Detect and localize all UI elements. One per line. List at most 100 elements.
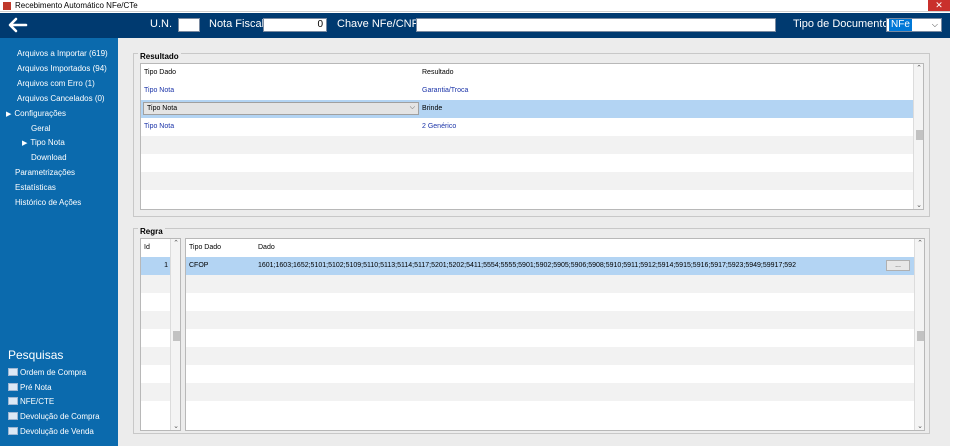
pesquisa-label: Devolução de Venda bbox=[20, 427, 94, 436]
chave-input[interactable] bbox=[416, 18, 776, 32]
cell-dado: 1601;1603;1652;5101;5102;5109;5110;5113;… bbox=[258, 262, 796, 269]
window-title: Recebimento Automático NFe/CTe bbox=[15, 1, 138, 10]
scroll-down-icon[interactable]: ⌄ bbox=[914, 201, 923, 209]
document-icon bbox=[8, 383, 18, 391]
column-header-resultado[interactable]: Resultado bbox=[422, 69, 454, 76]
chevron-down-icon: ⌵ bbox=[931, 20, 938, 29]
sidebar-item-estatisticas[interactable]: Estatísticas bbox=[15, 183, 56, 192]
sidebar-item-arquivos-importar[interactable]: Arquivos a Importar (619) bbox=[17, 49, 108, 58]
empty-row bbox=[141, 347, 171, 365]
tipo-documento-label: Tipo de Documento bbox=[793, 18, 889, 30]
column-header-tipo-dado[interactable]: Tipo Dado bbox=[189, 244, 221, 251]
regra-grid: Tipo Dado Dado CFOP 1601;1603;1652;5101;… bbox=[185, 238, 925, 431]
grid-header: Tipo Dado Resultado bbox=[141, 64, 914, 82]
pesquisa-label: NFE/CTE bbox=[20, 397, 55, 406]
sidebar-item-arquivos-importados[interactable]: Arquivos Importados (94) bbox=[17, 64, 107, 73]
document-icon bbox=[8, 368, 18, 376]
close-window-button[interactable]: ✕ bbox=[928, 0, 950, 11]
table-row-selected[interactable]: CFOP 1601;1603;1652;5101;5102;5109;5110;… bbox=[186, 257, 915, 275]
scroll-up-icon[interactable]: ⌃ bbox=[171, 239, 180, 249]
tipo-documento-select[interactable]: NFe ⌵ bbox=[886, 18, 942, 32]
window-titlebar: Recebimento Automático NFe/CTe ✕ bbox=[0, 0, 950, 12]
main-panel: Resultado Tipo Dado Resultado Tipo Nota … bbox=[118, 38, 950, 446]
table-row[interactable]: Tipo Nota 2 Genérico bbox=[141, 118, 914, 136]
expand-arrow-icon: ▶ bbox=[6, 111, 12, 118]
tipo-dado-combo[interactable]: Tipo Nota ⌵ bbox=[143, 102, 419, 115]
nota-fiscal-input[interactable]: 0 bbox=[263, 18, 327, 32]
back-arrow-icon[interactable] bbox=[6, 16, 28, 34]
resultado-grid: Tipo Dado Resultado Tipo Nota Garantia/T… bbox=[140, 63, 924, 210]
resultado-label: Resultado bbox=[138, 52, 181, 61]
resultado-group: Resultado Tipo Dado Resultado Tipo Nota … bbox=[133, 52, 930, 217]
app-icon bbox=[3, 2, 11, 10]
scroll-thumb[interactable] bbox=[173, 331, 180, 341]
expand-arrow-icon: ▶ bbox=[22, 140, 28, 147]
combo-value: Tipo Nota bbox=[147, 105, 178, 112]
sidebar-item-configuracoes[interactable]: ▶ Configurações bbox=[6, 109, 66, 118]
scroll-down-icon[interactable]: ⌄ bbox=[915, 422, 924, 430]
pesquisa-ordem-compra[interactable]: Ordem de Compra bbox=[8, 368, 86, 377]
sidebar-item-geral[interactable]: Geral bbox=[31, 124, 51, 133]
regra-scrollbar[interactable]: ⌃ ⌄ bbox=[914, 239, 924, 430]
un-input[interactable] bbox=[178, 18, 200, 32]
grid-header: Tipo Dado Dado bbox=[186, 239, 915, 257]
pesquisas-title: Pesquisas bbox=[8, 348, 64, 362]
empty-row bbox=[141, 275, 171, 293]
table-row-selected[interactable]: Tipo Nota ⌵ Brinde bbox=[141, 100, 914, 118]
cell-tipo-dado: CFOP bbox=[189, 262, 209, 269]
table-row-selected[interactable]: 1 bbox=[141, 257, 171, 275]
sidebar-item-arquivos-erro[interactable]: Arquivos com Erro (1) bbox=[17, 79, 95, 88]
sidebar-item-download[interactable]: Download bbox=[31, 153, 67, 162]
resultado-scrollbar[interactable]: ⌃ ⌄ bbox=[913, 64, 923, 209]
header-bar: U.N. Nota Fiscal 0 Chave NFe/CNPJ Tipo d… bbox=[0, 13, 950, 38]
pesquisa-nfe-cte[interactable]: NFE/CTE bbox=[8, 397, 54, 406]
sidebar-item-label: Tipo Nota bbox=[30, 138, 65, 147]
chave-label: Chave NFe/CNPJ bbox=[337, 18, 425, 30]
sidebar-item-historico[interactable]: Histórico de Ações bbox=[15, 198, 81, 207]
table-row[interactable]: Tipo Nota Garantia/Troca bbox=[141, 82, 914, 100]
pesquisa-devolucao-compra[interactable]: Devolução de Compra bbox=[8, 412, 100, 421]
scroll-up-icon[interactable]: ⌃ bbox=[915, 239, 924, 249]
regra-id-scrollbar[interactable]: ⌃ ⌄ bbox=[170, 239, 180, 430]
document-icon bbox=[8, 412, 18, 420]
sidebar-item-parametrizacoes[interactable]: Parametrizações bbox=[15, 168, 75, 177]
edit-dado-button[interactable]: ... bbox=[886, 260, 910, 271]
cell-tipo-dado: Tipo Nota bbox=[144, 123, 175, 130]
grid-header: Id bbox=[141, 239, 171, 257]
empty-row bbox=[186, 275, 915, 293]
sidebar-item-arquivos-cancelados[interactable]: Arquivos Cancelados (0) bbox=[17, 94, 105, 103]
cell-id: 1 bbox=[164, 262, 168, 269]
un-label: U.N. bbox=[150, 18, 172, 30]
scroll-thumb[interactable] bbox=[916, 130, 923, 140]
empty-row bbox=[141, 136, 914, 154]
pesquisa-devolucao-venda[interactable]: Devolução de Venda bbox=[8, 427, 94, 436]
nota-fiscal-label: Nota Fiscal bbox=[209, 18, 265, 30]
pesquisa-label: Pré Nota bbox=[20, 383, 52, 392]
cell-resultado: Brinde bbox=[422, 105, 443, 112]
cell-tipo-dado: Tipo Nota bbox=[144, 87, 175, 94]
empty-row bbox=[186, 311, 915, 329]
pesquisa-pre-nota[interactable]: Pré Nota bbox=[8, 383, 52, 392]
document-icon bbox=[8, 427, 18, 435]
empty-row bbox=[141, 172, 914, 190]
tipo-documento-value: NFe bbox=[889, 19, 912, 31]
empty-row bbox=[141, 383, 171, 401]
chevron-down-icon: ⌵ bbox=[409, 104, 415, 111]
sidebar-item-label: Configurações bbox=[14, 109, 66, 118]
sidebar-item-tipo-nota[interactable]: ▶ Tipo Nota bbox=[22, 138, 65, 147]
cell-resultado: Garantia/Troca bbox=[422, 87, 469, 94]
empty-row bbox=[186, 347, 915, 365]
scroll-down-icon[interactable]: ⌄ bbox=[171, 422, 180, 430]
pesquisa-label: Devolução de Compra bbox=[20, 412, 100, 421]
scroll-thumb[interactable] bbox=[917, 331, 924, 341]
column-header-tipo-dado[interactable]: Tipo Dado bbox=[144, 69, 176, 76]
sidebar: Arquivos a Importar (619) Arquivos Impor… bbox=[0, 38, 118, 446]
column-header-id[interactable]: Id bbox=[144, 244, 150, 251]
empty-row bbox=[186, 383, 915, 401]
scroll-up-icon[interactable]: ⌃ bbox=[914, 64, 923, 74]
document-icon bbox=[8, 397, 18, 405]
regra-label: Regra bbox=[138, 227, 165, 236]
column-header-dado[interactable]: Dado bbox=[258, 244, 275, 251]
regra-id-grid: Id 1 ⌃ ⌄ bbox=[140, 238, 181, 431]
empty-row bbox=[141, 311, 171, 329]
